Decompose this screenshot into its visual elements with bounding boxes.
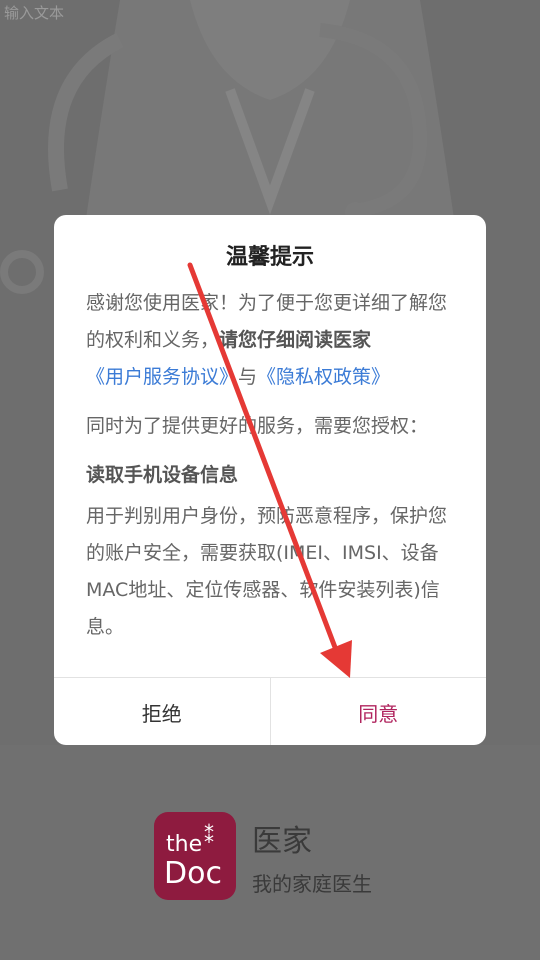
app-logo: ⁑ the Doc — [154, 812, 236, 900]
dialog-body: 感谢您使用医家！为了便于您更详细了解您的权利和义务，请您仔细阅读医家 《用户服务… — [86, 285, 464, 646]
logo-doc-text: Doc — [164, 856, 222, 891]
dialog-footer: 拒绝 同意 — [54, 677, 486, 745]
brand-slogan: 我的家庭医生 — [252, 871, 372, 896]
logo-cross-icon: ⁑ — [204, 824, 214, 848]
privacy-policy-link[interactable]: 《隐私权政策》 — [257, 366, 390, 388]
dialog-title: 温馨提示 — [225, 245, 314, 270]
permission-title: 读取手机设备信息 — [86, 464, 239, 486]
permission-dialog: 温馨提示 感谢您使用医家！为了便于您更详细了解您的权利和义务，请您仔细阅读医家 … — [54, 215, 486, 745]
user-agreement-link[interactable]: 《用户服务协议》 — [86, 366, 238, 388]
intro-bold-text: 请您仔细阅读医家 — [219, 329, 372, 351]
brand-block: ⁑ the Doc 医家 我的家庭医生 — [154, 812, 372, 900]
intro-paragraph: 感谢您使用医家！为了便于您更详细了解您的权利和义务，请您仔细阅读医家 《用户服务… — [86, 285, 464, 396]
reject-button[interactable]: 拒绝 — [54, 678, 271, 745]
background-input-hint: 输入文本 — [4, 4, 65, 22]
permission-description: 用于判别用户身份，预防恶意程序，保护您的账户安全，需要获取(IMEI、IMSI、… — [86, 505, 448, 638]
agree-button[interactable]: 同意 — [271, 678, 487, 745]
logo-the-text: the — [166, 832, 203, 857]
connector-text: 与 — [238, 366, 258, 388]
brand-name: 医家 — [252, 823, 312, 859]
authorization-paragraph: 同时为了提供更好的服务，需要您授权： — [86, 415, 429, 437]
brand-text: 医家 我的家庭医生 — [252, 816, 372, 897]
